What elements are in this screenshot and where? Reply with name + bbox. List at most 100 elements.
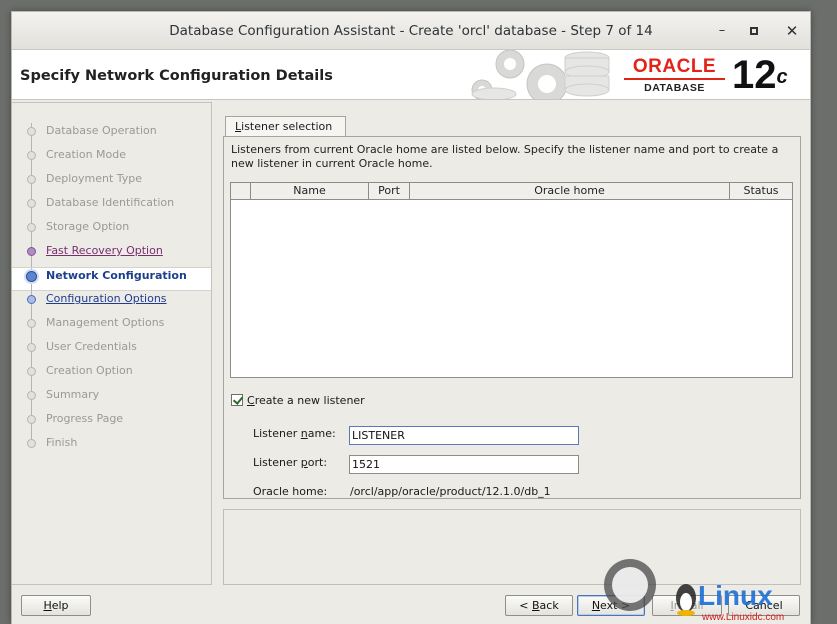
maximize-icon xyxy=(750,27,758,35)
label-part: ort: xyxy=(307,456,328,469)
window-title: Database Configuration Assistant - Creat… xyxy=(169,23,653,39)
step-dot-icon xyxy=(27,223,36,232)
step-dot-icon xyxy=(27,247,36,256)
step-label: Creation Mode xyxy=(46,148,127,161)
step-creation-mode: Creation Mode xyxy=(12,147,211,171)
cancel-button[interactable]: Cancel xyxy=(728,595,800,616)
steps-sidebar: Database Operation Creation Mode Deploym… xyxy=(12,102,212,585)
minimize-button[interactable]: – xyxy=(712,21,732,41)
tab-label: istener selection xyxy=(241,120,333,133)
close-button[interactable]: ✕ xyxy=(782,21,802,41)
next-mnemonic: N xyxy=(591,599,601,612)
version-number: 12 xyxy=(732,53,777,97)
create-listener-label: reate a new listener xyxy=(254,394,365,407)
step-dot-icon xyxy=(27,175,36,184)
create-listener-checkbox[interactable] xyxy=(231,394,243,406)
column-header-oracle-home[interactable]: Oracle home xyxy=(410,183,730,200)
step-summary: Summary xyxy=(12,387,211,411)
step-label: Progress Page xyxy=(46,412,124,425)
step-label: Storage Option xyxy=(46,220,130,233)
logo-rule xyxy=(624,78,725,80)
listener-panel: Listeners from current Oracle home are l… xyxy=(223,136,801,499)
oracle-home-value: /orcl/app/oracle/product/12.1.0/db_1 xyxy=(350,485,551,498)
column-header-name[interactable]: Name xyxy=(251,183,369,200)
tab-listener-selection[interactable]: Listener selection xyxy=(225,116,346,137)
help-button[interactable]: Help xyxy=(21,595,91,616)
maximize-button[interactable] xyxy=(744,21,764,41)
column-header-select[interactable] xyxy=(231,183,251,200)
step-label: Creation Option xyxy=(46,364,133,377)
step-dot-icon xyxy=(27,127,36,136)
step-label: Network Configuration xyxy=(46,269,187,282)
message-area xyxy=(223,509,801,585)
step-finish: Finish xyxy=(12,435,211,459)
step-label: Management Options xyxy=(46,316,165,329)
step-user-credentials: User Credentials xyxy=(12,339,211,363)
step-dot-icon xyxy=(27,151,36,160)
step-configuration-options[interactable]: Configuration Options xyxy=(12,291,211,315)
oracle-wordmark: ORACLE xyxy=(632,56,717,77)
step-dot-icon xyxy=(27,343,36,352)
label-part: Listener xyxy=(253,427,301,440)
step-dot-icon xyxy=(27,295,36,304)
step-network-configuration: Network Configuration xyxy=(12,267,211,292)
step-database-identification: Database Identification xyxy=(12,195,211,219)
gears-decoration-icon xyxy=(471,50,610,99)
step-creation-option: Creation Option xyxy=(12,363,211,387)
dbca-window: Database Configuration Assistant - Creat… xyxy=(11,11,811,624)
step-fast-recovery-option[interactable]: Fast Recovery Option xyxy=(12,243,211,267)
oracle-home-label: Oracle home: xyxy=(253,485,328,498)
step-management-options: Management Options xyxy=(12,315,211,339)
step-deployment-type: Deployment Type xyxy=(12,171,211,195)
step-dot-icon xyxy=(27,199,36,208)
step-storage-option: Storage Option xyxy=(12,219,211,243)
column-header-port[interactable]: Port xyxy=(369,183,410,200)
step-database-operation: Database Operation xyxy=(12,123,211,147)
intro-text: Listeners from current Oracle home are l… xyxy=(231,143,779,170)
step-label: Deployment Type xyxy=(46,172,143,185)
step-dot-icon xyxy=(27,391,36,400)
listener-table[interactable]: Name Port Oracle home Status xyxy=(230,182,793,378)
help-mnemonic: H xyxy=(43,599,52,612)
label-mnemonic: p xyxy=(300,456,308,469)
create-listener-mnemonic: C xyxy=(247,394,255,407)
listener-name-label: Listener name: xyxy=(253,427,336,440)
listener-name-input[interactable]: LISTENER xyxy=(349,426,579,445)
version-badge: 12c xyxy=(732,53,788,97)
step-dot-icon xyxy=(27,439,36,448)
step-label[interactable]: Fast Recovery Option xyxy=(46,243,163,259)
step-progress-page: Progress Page xyxy=(12,411,211,435)
step-label: Database Identification xyxy=(46,196,175,209)
back-prefix: < xyxy=(519,599,532,612)
next-label: ext > xyxy=(600,599,631,612)
next-button[interactable]: Next > xyxy=(577,595,645,616)
title-bar[interactable]: Database Configuration Assistant - Creat… xyxy=(12,12,810,50)
step-list: Database Operation Creation Mode Deploym… xyxy=(12,123,211,459)
column-header-status[interactable]: Status xyxy=(730,183,792,200)
step-label: Summary xyxy=(46,388,100,401)
oracle-database-label: DATABASE xyxy=(644,82,705,94)
label-part: ame: xyxy=(307,427,336,440)
label-part: Listener xyxy=(253,456,301,469)
install-button[interactable]: Install xyxy=(652,595,722,616)
back-button[interactable]: < Back xyxy=(505,595,573,616)
step-label: Finish xyxy=(46,436,78,449)
oracle-logo: ORACLE DATABASE xyxy=(622,57,727,94)
back-mnemonic: B xyxy=(532,599,540,612)
help-label: elp xyxy=(51,599,69,612)
install-label: nstall xyxy=(673,599,704,612)
step-dot-icon xyxy=(27,415,36,424)
listener-port-label: Listener port: xyxy=(253,456,327,469)
create-listener-checkbox-row[interactable]: Create a new listener xyxy=(231,394,365,408)
step-label[interactable]: Configuration Options xyxy=(46,291,167,307)
page-header: Specify Network Configuration Details OR… xyxy=(12,50,810,100)
step-label: Database Operation xyxy=(46,124,157,137)
listener-port-input[interactable]: 1521 xyxy=(349,455,579,474)
table-header: Name Port Oracle home Status xyxy=(231,183,792,200)
version-suffix: c xyxy=(776,66,788,88)
back-label: ack xyxy=(539,599,559,612)
page-title: Specify Network Configuration Details xyxy=(20,68,333,84)
step-dot-icon xyxy=(27,367,36,376)
step-current-dot-icon xyxy=(26,271,37,282)
step-dot-icon xyxy=(27,319,36,328)
